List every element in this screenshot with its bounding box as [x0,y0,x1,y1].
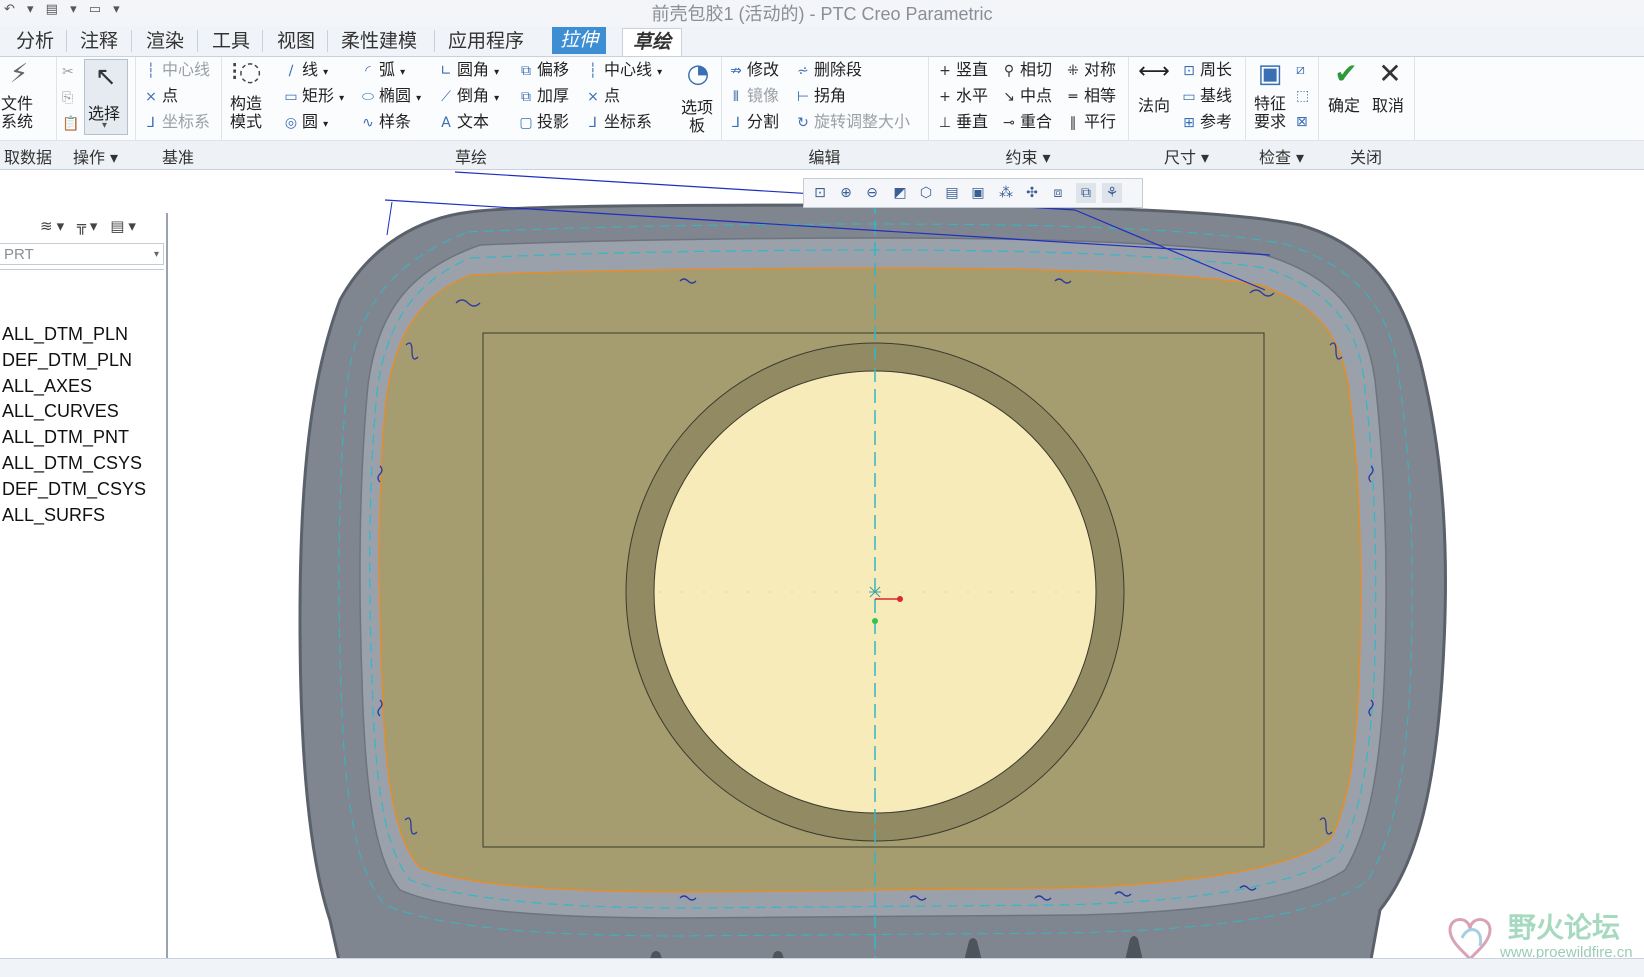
zoom-in-icon[interactable]: ⊕ [836,183,856,203]
layer-item[interactable]: ALL_DTM_PNT [2,427,129,448]
chevron-down-icon: ▾ [153,249,159,260]
refit-icon[interactable]: ⊡ [810,183,830,203]
annotation-display-icon[interactable]: ⧈ [1048,183,1068,203]
display-style-icon[interactable]: ⬡ [916,183,936,203]
sketcher-display-icon[interactable]: ⚘ [1102,183,1122,203]
layer-item[interactable]: DEF_DTM_PLN [2,350,132,371]
layer-item[interactable]: ALL_AXES [2,376,92,397]
repaint-icon[interactable]: ◩ [890,183,910,203]
layer-item[interactable]: DEF_DTM_CSYS [2,479,146,500]
reference-stub [386,201,393,236]
layer-tree-toolbar[interactable]: ≋▾ ╦▾ ▤▾ [40,217,140,235]
layer-filter-select[interactable]: PRT ▾ [0,243,164,265]
layer-tree-panel: ≋▾ ╦▾ ▤▾ PRT ▾ ALL_DTM_PLN DEF_DTM_PLN AL… [0,213,168,958]
datum-display-icon[interactable]: ⁂ [996,183,1016,203]
sketch-view-icon[interactable]: ⧉ [1076,183,1096,203]
graphics-area[interactable] [0,0,1644,976]
saved-views-icon[interactable]: ▤ [942,183,962,203]
layer-item[interactable]: ALL_DTM_CSYS [2,453,142,474]
zoom-out-icon[interactable]: ⊖ [862,183,882,203]
watermark-name: 野火论坛 [1508,911,1621,944]
layer-item[interactable]: ALL_DTM_PLN [2,324,128,345]
status-bar [0,958,1644,977]
spin-center-icon[interactable]: ✣ [1022,183,1042,203]
layer-item[interactable]: ALL_CURVES [2,401,119,422]
view-manager-icon[interactable]: ▣ [968,183,988,203]
graphics-toolbar: ⊡ ⊕ ⊖ ◩ ⬡ ▤ ▣ ⁂ ✣ ⧈ ⧉ ⚘ [803,178,1143,208]
layer-item[interactable]: ALL_SURFS [2,505,105,526]
